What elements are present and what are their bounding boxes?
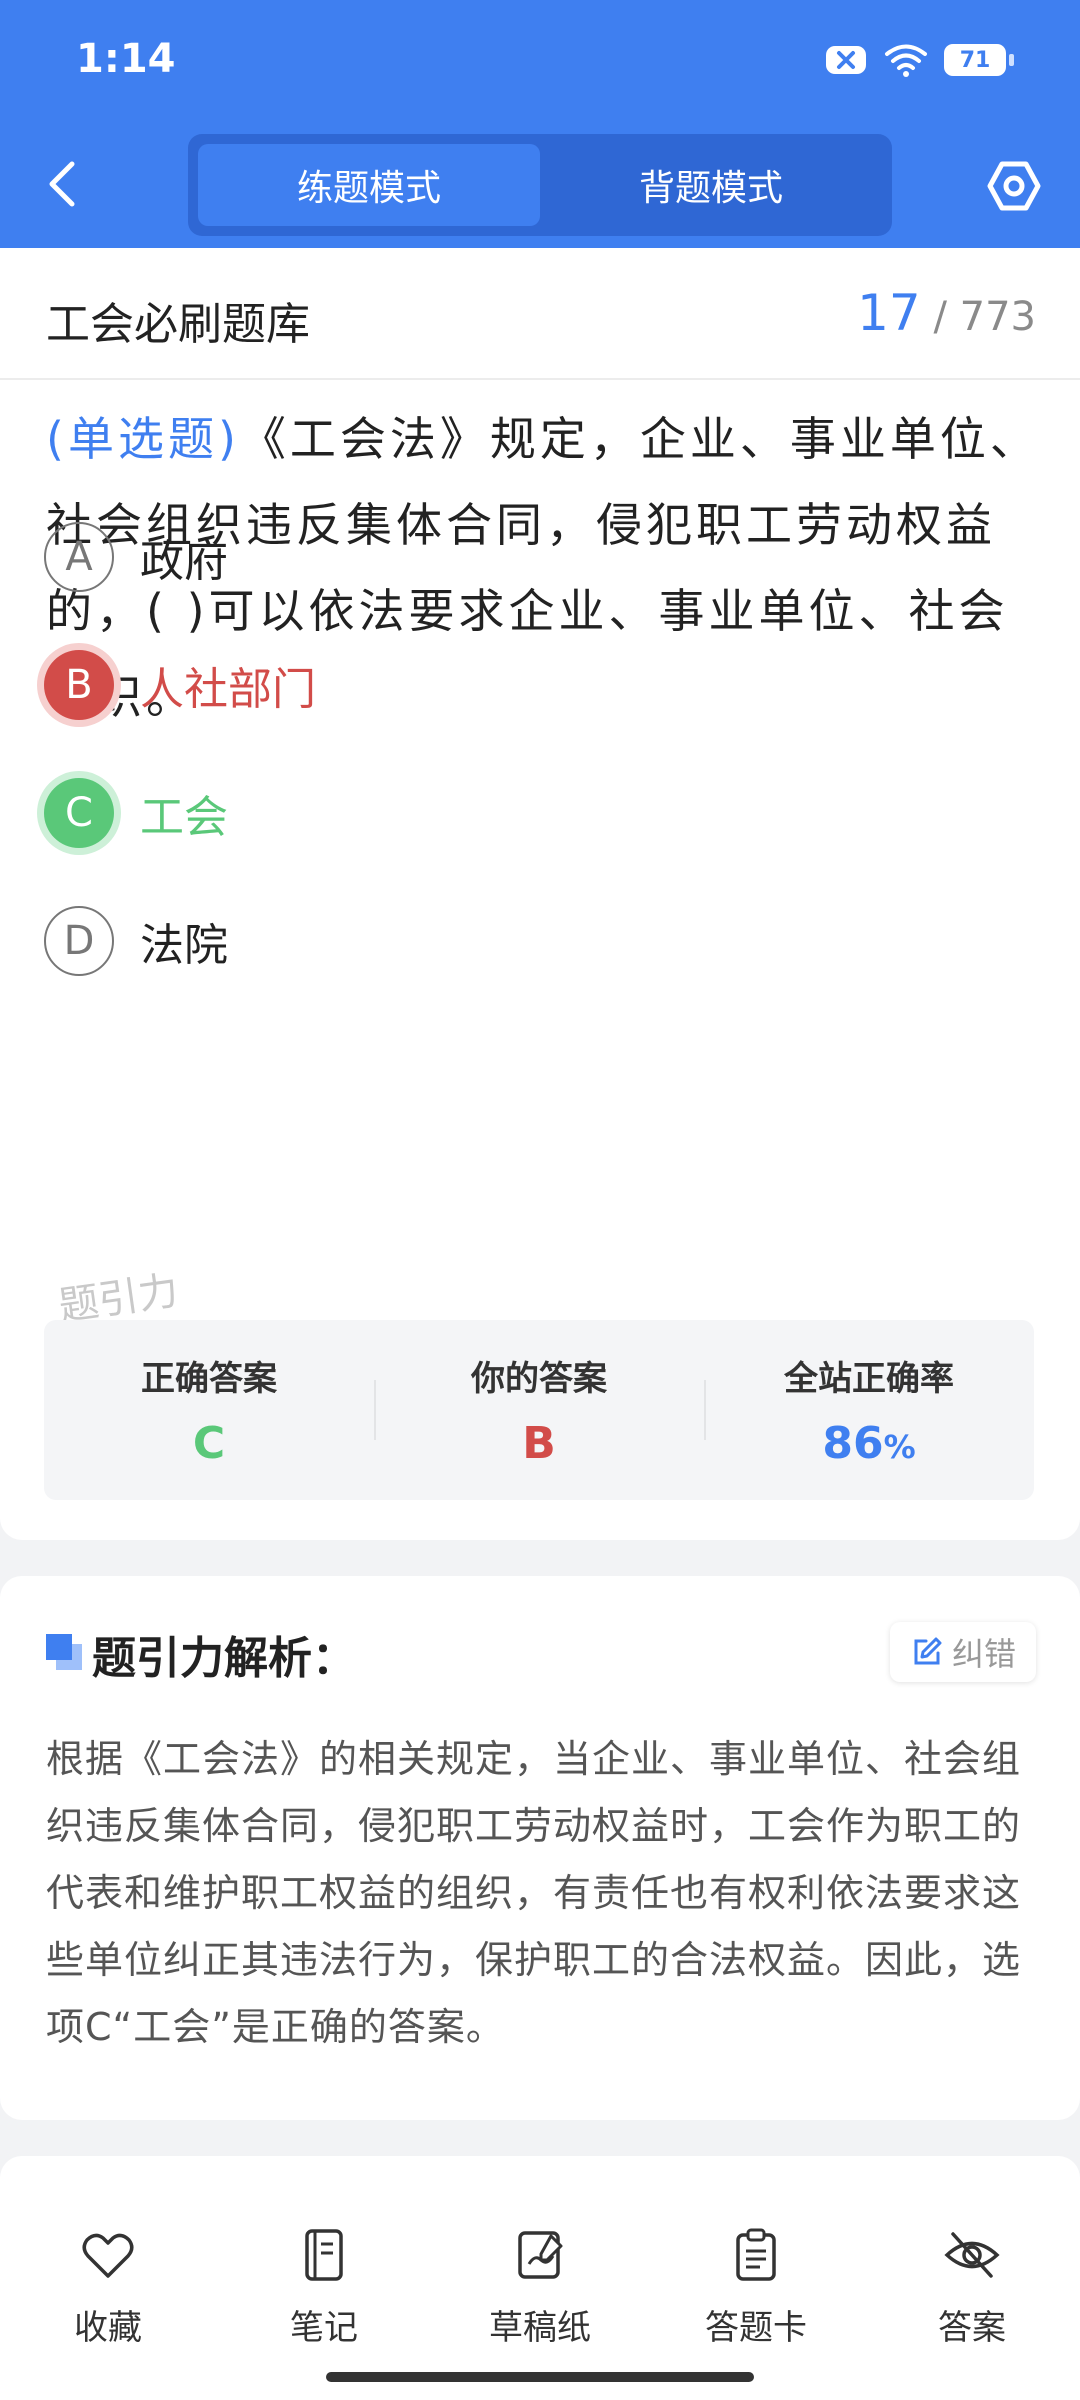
- question-card: (单选题)《工会法》规定，企业、事业单位、社会组织违反集体合同，侵犯职工劳动权益…: [0, 380, 1080, 1540]
- show-answer-label: 答案: [938, 2308, 1006, 2348]
- tab-memorize-mode[interactable]: 背题模式: [540, 144, 882, 226]
- notes-button[interactable]: 笔记: [216, 2180, 432, 2400]
- correct-answer-label: 正确答案: [141, 1359, 277, 1399]
- option-badge: A: [44, 522, 114, 592]
- question-type: (单选题): [46, 412, 240, 466]
- total-questions: / 773: [933, 294, 1036, 340]
- notebook-icon: [305, 2229, 343, 2281]
- answer-card-label: 答题卡: [705, 2308, 807, 2348]
- option-label: 工会: [140, 792, 228, 843]
- analysis-title: 题引力解析：: [92, 1633, 356, 1684]
- back-arrow-icon[interactable]: [40, 158, 86, 210]
- your-answer-value: B: [522, 1418, 556, 1469]
- site-accuracy-value: 86%: [822, 1418, 915, 1469]
- your-answer: 你的答案 B: [374, 1320, 704, 1500]
- site-accuracy-label: 全站正确率: [784, 1359, 954, 1399]
- show-answer-button[interactable]: 答案: [864, 2180, 1080, 2400]
- analysis-text: 根据《工会法》的相关规定，当企业、事业单位、社会组织违反集体合同，侵犯职工劳动权…: [46, 1737, 1022, 2049]
- site-accuracy-unit: %: [883, 1428, 916, 1466]
- heart-icon: [82, 2233, 134, 2278]
- site-accuracy: 全站正确率 86%: [704, 1320, 1034, 1500]
- correct-answer-value: C: [192, 1418, 226, 1469]
- question-progress: 17 / 773: [857, 284, 1036, 342]
- favorite-label: 收藏: [74, 2308, 142, 2348]
- draft-icon: [518, 2231, 563, 2279]
- header: 1:14 71 练题模式 背题模式: [0, 0, 1080, 248]
- option-label: 法院: [140, 920, 228, 971]
- eye-off-icon: [944, 2232, 1000, 2278]
- current-question-number: 17: [857, 284, 921, 342]
- correct-answer: 正确答案 C: [44, 1320, 374, 1500]
- option-b[interactable]: B 人社部门: [44, 650, 316, 720]
- answer-card-button[interactable]: 答题卡: [648, 2180, 864, 2400]
- your-answer-label: 你的答案: [471, 1359, 607, 1399]
- question-bank-title: 工会必刷题库: [46, 299, 310, 350]
- title-bar: 工会必刷题库 17 / 773: [0, 248, 1080, 380]
- report-error-button[interactable]: 纠错: [889, 1622, 1036, 1682]
- draft-button[interactable]: 草稿纸: [432, 2180, 648, 2400]
- answer-summary: 正确答案 C 你的答案 B 全站正确率 86%: [44, 1320, 1034, 1500]
- clipboard-icon: [736, 2228, 776, 2281]
- option-a[interactable]: A 政府: [44, 522, 228, 592]
- edit-icon: [914, 1637, 942, 1665]
- option-badge: B: [44, 650, 114, 720]
- tab-practice-mode[interactable]: 练题模式: [198, 144, 540, 226]
- mode-toggle: 练题模式 背题模式: [188, 134, 892, 236]
- analysis-square-icon: [46, 1634, 82, 1670]
- notification-off-icon: [826, 46, 866, 74]
- report-error-label: 纠错: [951, 1635, 1016, 1673]
- status-time: 1:14: [76, 36, 176, 82]
- option-badge: C: [44, 778, 114, 848]
- battery-icon: 71: [944, 44, 1014, 76]
- favorite-button[interactable]: 收藏: [0, 2180, 216, 2400]
- status-icons: 71: [824, 42, 1014, 78]
- site-accuracy-number: 86: [822, 1418, 884, 1469]
- settings-icon[interactable]: [986, 158, 1042, 214]
- option-d[interactable]: D 法院: [44, 906, 228, 976]
- draft-label: 草稿纸: [489, 2308, 591, 2348]
- notes-label: 笔记: [290, 2308, 358, 2348]
- option-label: 人社部门: [140, 664, 316, 715]
- option-c[interactable]: C 工会: [44, 778, 228, 848]
- bottom-toolbar: 收藏 笔记 草稿纸 答题卡 答案: [0, 2180, 1080, 2400]
- analysis-card: 题引力解析： 纠错 根据《工会法》的相关规定，当企业、事业单位、社会组织违反集体…: [0, 1576, 1080, 2120]
- wifi-icon: [885, 44, 927, 77]
- option-label: 政府: [140, 536, 228, 587]
- home-indicator[interactable]: [326, 2372, 754, 2382]
- option-badge: D: [44, 906, 114, 976]
